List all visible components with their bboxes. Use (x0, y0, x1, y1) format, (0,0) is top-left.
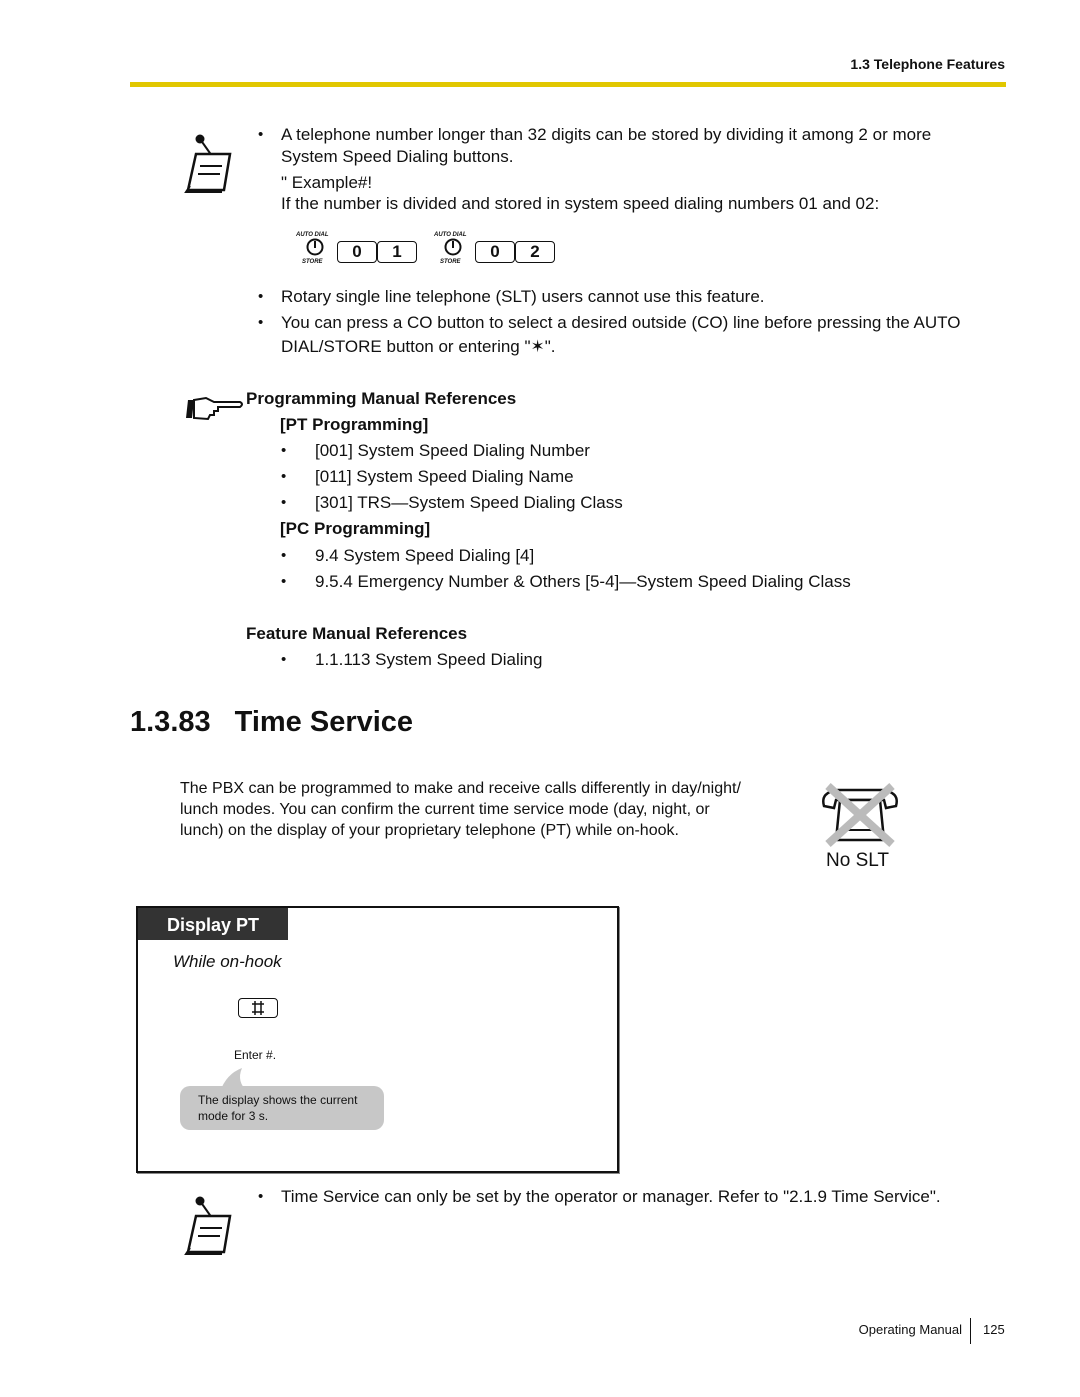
note-bullet-text: Rotary single line telephone (SLT) users… (281, 287, 765, 306)
auto-dial-button-icon (444, 238, 462, 256)
pt-programming-heading: [PT Programming] (280, 415, 429, 434)
pc-programming-heading: [PC Programming] (280, 519, 431, 538)
footer-divider (970, 1318, 971, 1344)
pound-key-icon (252, 1001, 264, 1015)
dial-key: 1 (377, 241, 417, 263)
reference-item: 1.1.113 System Speed Dialing (315, 650, 543, 669)
auto-dial-store-button: AUTO DIAL STORE (434, 232, 474, 272)
section-number: 1.3.83 (130, 706, 211, 738)
info-bubble: The display shows the current mode for 3… (180, 1086, 384, 1130)
note-bullet-text: You can press a CO button to select a de… (281, 313, 961, 332)
reference-item: [301] TRS—System Speed Dialing Class (315, 493, 623, 512)
dial-key: 2 (515, 241, 555, 263)
display-pt-tab: Display PT (138, 908, 288, 940)
reference-item: 9.5.4 Emergency Number & Others [5-4]—Sy… (315, 572, 851, 591)
intro-line: lunch) on the display of your proprietar… (180, 822, 679, 839)
bullet: • (258, 314, 264, 331)
example-label: " Example#! (281, 173, 373, 192)
display-pt-procedure-box: Display PT While on-hook Enter #. The di… (136, 906, 619, 1173)
bullet: • (281, 547, 287, 564)
intro-line: The PBX can be programmed to make and re… (180, 780, 741, 797)
running-header: 1.3 Telephone Features (850, 56, 1005, 72)
bullet: • (281, 468, 287, 485)
note-icon (184, 1196, 232, 1255)
bullet: • (258, 1188, 264, 1205)
bullet: • (258, 288, 264, 305)
bullet: • (281, 442, 287, 459)
store-label: STORE (440, 259, 461, 265)
footer-manual-label: Operating Manual (858, 1322, 962, 1337)
pound-key (238, 998, 278, 1018)
pointing-hand-icon (186, 396, 243, 421)
bullet: • (258, 126, 264, 143)
reference-item: [011] System Speed Dialing Name (315, 467, 574, 486)
bullet: • (281, 651, 287, 668)
step-label: Enter #. (234, 1048, 277, 1062)
reference-item: [001] System Speed Dialing Number (315, 441, 590, 460)
bullet: • (281, 494, 287, 511)
section-heading: 1.3.83 Time Service (130, 706, 413, 739)
store-label: STORE (302, 259, 323, 265)
bullet: • (281, 573, 287, 590)
note-icon (184, 134, 232, 193)
intro-line: lunch modes. You can confirm the current… (180, 801, 710, 818)
example-description: If the number is divided and stored in s… (281, 194, 880, 213)
section-title: Time Service (234, 706, 414, 738)
feature-references-heading: Feature Manual References (246, 624, 468, 643)
dial-key: 0 (337, 241, 377, 263)
dial-key-group: 01 (337, 241, 417, 263)
header-rule (130, 82, 1006, 87)
note-text: Time Service can only be set by the oper… (281, 1187, 941, 1206)
reference-item: 9.4 System Speed Dialing [4] (315, 546, 535, 565)
auto-dial-button-icon (306, 238, 324, 256)
no-slt-icon (822, 783, 898, 847)
auto-dial-store-button: AUTO DIAL STORE (296, 232, 336, 272)
no-slt-label: No SLT (826, 850, 890, 871)
dial-key: 0 (475, 241, 515, 263)
note-text-line: System Speed Dialing buttons. (281, 147, 514, 166)
bubble-line: mode for 3 s. (198, 1109, 269, 1123)
dial-key-group: 02 (475, 241, 555, 263)
page-number: 125 (983, 1322, 1005, 1337)
bubble-line: The display shows the current (198, 1093, 358, 1107)
programming-references-heading: Programming Manual References (246, 389, 517, 408)
note-bullet-text: DIAL/STORE button or entering "✶". (281, 337, 556, 356)
condition-label: While on-hook (173, 952, 282, 971)
note-text-line: A telephone number longer than 32 digits… (281, 125, 932, 144)
